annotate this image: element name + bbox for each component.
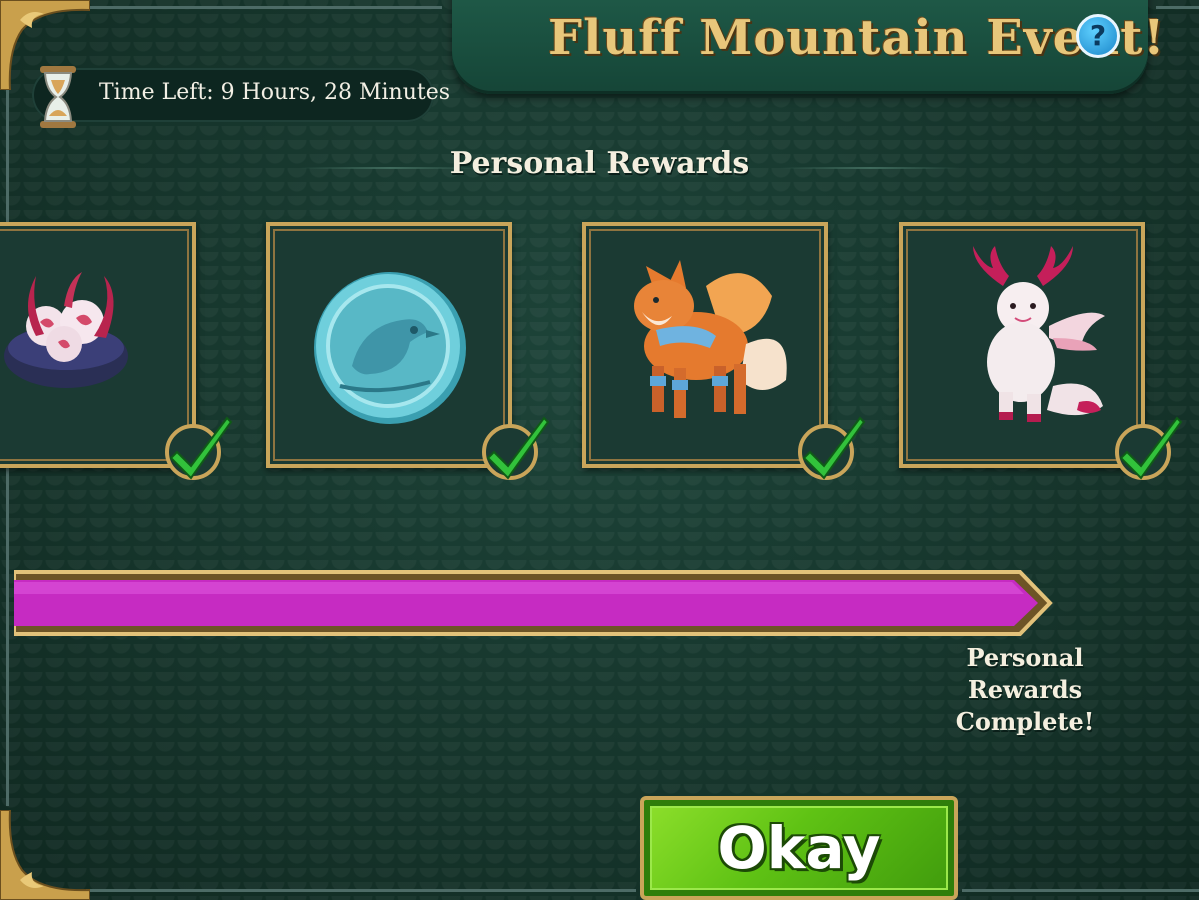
reward-card-bird-coin[interactable] [266, 222, 512, 468]
rewards-progress-bar [14, 570, 1053, 636]
frame-top-left [86, 6, 442, 9]
completed-check-icon [165, 416, 233, 480]
help-button[interactable]: ? [1076, 14, 1120, 58]
frame-bottom-right [962, 889, 1199, 892]
event-title: Fluff Mountain Event! [548, 10, 1166, 66]
okay-button-label: Okay [717, 814, 881, 882]
hourglass-icon [40, 66, 76, 128]
time-left-text: Time Left: 9 Hours, 28 Minutes [99, 80, 451, 105]
frame-bottom-left [86, 889, 636, 892]
frame-top-right [1156, 6, 1199, 9]
okay-button[interactable]: Okay [640, 796, 958, 900]
completed-check-icon [482, 416, 550, 480]
personal-rewards-title: Personal Rewards [449, 146, 750, 181]
completed-check-icon [1115, 416, 1183, 480]
bird-coin-image [314, 272, 466, 424]
corner-ornament-bottom-left [0, 810, 90, 900]
status-line-1: Personal Rewards [966, 643, 1084, 704]
completed-check-icon [798, 416, 866, 480]
reward-card-antlered-creature[interactable] [899, 222, 1145, 468]
winged-fox-image [634, 260, 787, 418]
rewards-complete-status: Personal Rewards Complete! [910, 642, 1140, 738]
status-line-2: Complete! [955, 707, 1095, 736]
reward-card-winged-fox[interactable] [582, 222, 828, 468]
antlered-creature-image [973, 246, 1105, 422]
